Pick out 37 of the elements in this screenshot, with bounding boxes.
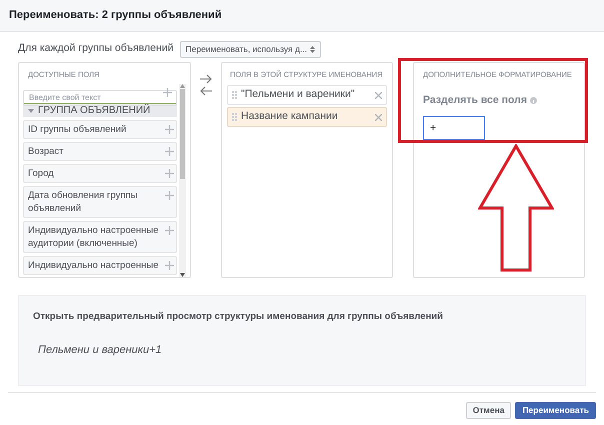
field-item[interactable]: Индивидуально настроенные: [23, 256, 177, 275]
separator-label: Разделять все поля: [423, 93, 527, 108]
plus-icon[interactable]: [163, 88, 172, 97]
naming-mode-dropdown[interactable]: Переименовать, используя д...: [180, 40, 322, 58]
sort-caret-icon: [310, 46, 316, 52]
separator-input[interactable]: +: [423, 116, 485, 140]
move-right-arrow-icon[interactable]: [200, 74, 212, 84]
field-item[interactable]: Индивидуально настроенные аудитории (включенные): [23, 221, 177, 253]
preview-title: Открыть предварительный просмотр структуры именования для группы объявлений: [33, 310, 444, 324]
drag-handle-icon[interactable]: [232, 90, 237, 100]
group-header[interactable]: ГРУППА ОБЪЯВЛЕНИЙ: [23, 103, 177, 117]
plus-icon[interactable]: [165, 191, 174, 200]
dialog-title: Переименовать: 2 группы объявлений: [9, 8, 222, 24]
field-item[interactable]: Город: [23, 164, 177, 183]
structure-field-item[interactable]: Название кампании: [227, 107, 387, 127]
preview-text: Пельмени и вареники+1: [38, 343, 163, 358]
expand-triangle-icon: [28, 108, 34, 114]
info-icon[interactable]: [530, 97, 537, 104]
scrollbar[interactable]: [179, 84, 186, 277]
search-field[interactable]: Введите свой текст: [23, 90, 177, 106]
plus-icon[interactable]: [165, 169, 174, 178]
structure-field-item[interactable]: "Пельмени и вареники": [227, 85, 387, 105]
plus-icon[interactable]: [165, 261, 174, 270]
cancel-button[interactable]: Отмена: [466, 402, 512, 419]
field-item[interactable]: Дата обновления группы объявлений: [23, 186, 177, 218]
plus-icon[interactable]: [165, 125, 174, 134]
move-left-arrow-icon[interactable]: [200, 86, 212, 96]
remove-icon[interactable]: [375, 114, 382, 120]
plus-icon[interactable]: [165, 226, 174, 235]
drag-handle-icon[interactable]: [232, 112, 237, 122]
remove-icon[interactable]: [375, 92, 382, 98]
rename-button[interactable]: Переименовать: [515, 402, 596, 419]
field-item[interactable]: ID группы объявлений: [23, 120, 177, 139]
scroll-down-icon[interactable]: [180, 273, 185, 277]
field-item[interactable]: Возраст: [23, 142, 177, 161]
field-label: Для каждой группы объявлений: [18, 41, 174, 56]
plus-icon[interactable]: [165, 147, 174, 156]
